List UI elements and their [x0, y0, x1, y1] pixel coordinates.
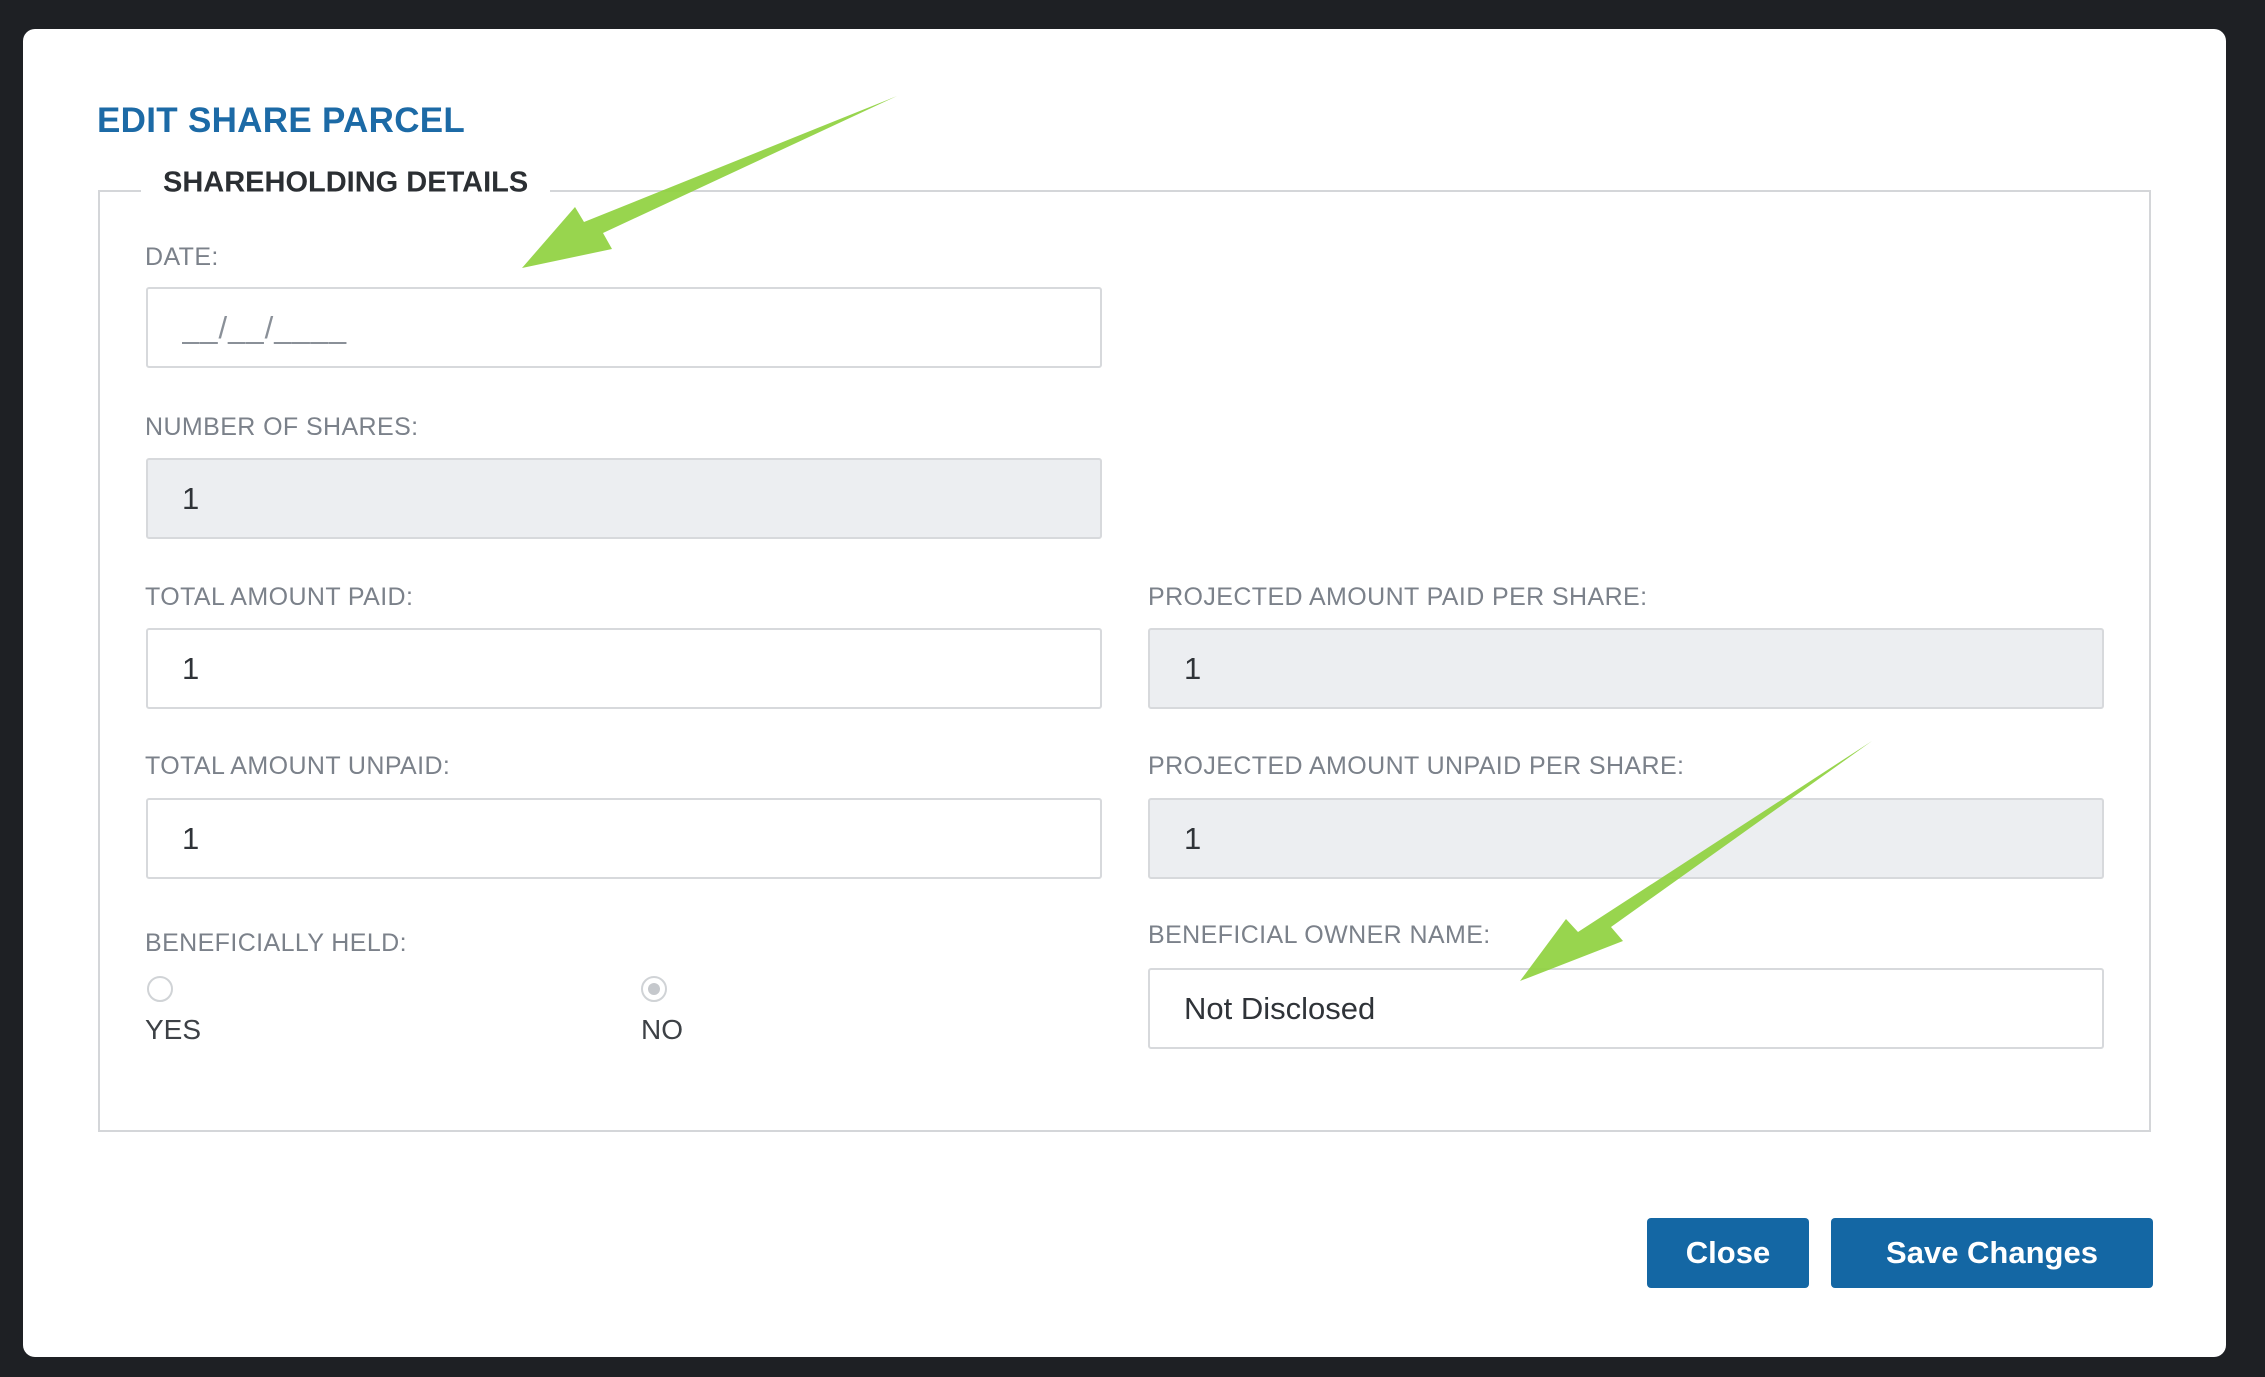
- projected-amount-unpaid-per-share-input[interactable]: [1148, 798, 2104, 879]
- total-amount-unpaid-input[interactable]: [146, 798, 1102, 879]
- beneficially-held-label: BENEFICIALLY HELD:: [145, 929, 407, 957]
- yes-option-label: YES: [145, 1014, 202, 1045]
- total-amount-paid-label: TOTAL AMOUNT PAID:: [145, 583, 414, 611]
- total-amount-paid-input[interactable]: [146, 628, 1102, 709]
- beneficially-held-no-radio[interactable]: [641, 976, 667, 1002]
- date-input[interactable]: [146, 287, 1102, 368]
- modal-title: EDIT SHARE PARCEL: [97, 101, 466, 140]
- projected-amount-paid-per-share-input[interactable]: [1148, 628, 2104, 709]
- total-amount-unpaid-label: TOTAL AMOUNT UNPAID:: [145, 752, 451, 780]
- save-changes-button[interactable]: Save Changes: [1831, 1218, 2153, 1288]
- number-of-shares-input[interactable]: [146, 458, 1102, 539]
- edit-share-parcel-modal: EDIT SHARE PARCEL SHAREHOLDING DETAILS D…: [23, 29, 2226, 1357]
- fieldset-legend: SHAREHOLDING DETAILS: [141, 168, 551, 198]
- projected-amount-paid-per-share-label: PROJECTED AMOUNT PAID PER SHARE:: [1148, 583, 1648, 611]
- projected-amount-unpaid-per-share-label: PROJECTED AMOUNT UNPAID PER SHARE:: [1148, 752, 1685, 780]
- number-of-shares-label: NUMBER OF SHARES:: [145, 413, 419, 441]
- close-button[interactable]: Close: [1647, 1218, 1809, 1288]
- no-option-label: NO: [641, 1014, 683, 1045]
- beneficially-held-yes-radio[interactable]: [147, 976, 173, 1002]
- beneficial-owner-name-input[interactable]: [1148, 968, 2104, 1049]
- date-label: DATE:: [145, 243, 219, 271]
- beneficial-owner-name-label: BENEFICIAL OWNER NAME:: [1148, 921, 1491, 949]
